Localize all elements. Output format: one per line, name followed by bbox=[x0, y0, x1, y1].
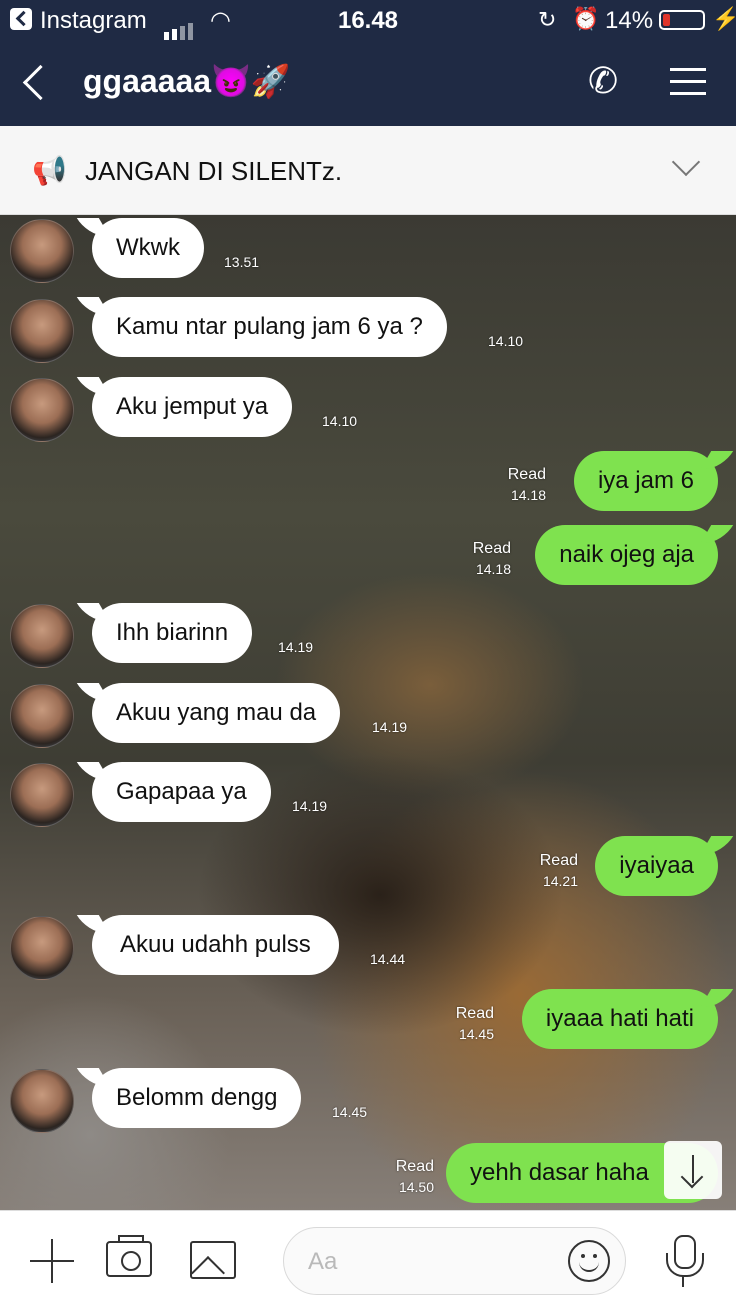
scroll-to-bottom-button[interactable] bbox=[664, 1141, 722, 1199]
read-receipt: Read 14.50 bbox=[396, 1157, 434, 1197]
message-bubble-incoming[interactable]: Aku jemput ya bbox=[92, 377, 293, 437]
emoji-icon[interactable] bbox=[568, 1240, 610, 1282]
camera-icon[interactable] bbox=[106, 1235, 152, 1277]
chevron-down-icon[interactable] bbox=[671, 147, 701, 177]
message-time: 14.21 bbox=[542, 873, 578, 889]
announcement-text: JANGAN DI SILENTz. bbox=[85, 156, 343, 186]
announcement-bar[interactable]: 📢 JANGAN DI SILENTz. bbox=[0, 126, 736, 215]
message-bubble-incoming[interactable]: Akuu udahh pulss bbox=[92, 915, 339, 975]
message-bubble-outgoing[interactable]: iya jam 6 bbox=[573, 451, 718, 511]
message-bubble-incoming[interactable]: Gapapaa ya bbox=[92, 762, 271, 822]
message-composer bbox=[0, 1210, 736, 1309]
status-bar: Instagram ◠ 16.48 ↻ ⏰ 14% ⚡ bbox=[0, 0, 736, 40]
alarm-icon: ⏰ bbox=[572, 6, 600, 31]
message-time: 14.45 bbox=[332, 1104, 368, 1120]
message-bubble-outgoing[interactable]: iyaiyaa bbox=[595, 836, 718, 896]
message-bubble-incoming[interactable]: Ihh biarinn bbox=[92, 603, 253, 663]
rotation-lock-icon: ↻ bbox=[538, 7, 557, 32]
megaphone-icon: 📢 bbox=[32, 155, 67, 186]
read-status: Read bbox=[395, 1158, 434, 1175]
chat-messages[interactable]: Wkwk 13.51 Kamu ntar pulang jam 6 ya ? 1… bbox=[0, 215, 736, 1210]
contact-avatar[interactable] bbox=[10, 604, 74, 668]
message-time: 13.51 bbox=[224, 254, 260, 270]
hamburger-menu-icon[interactable] bbox=[670, 68, 706, 96]
message-bubble-incoming[interactable]: Belomm dengg bbox=[92, 1068, 302, 1128]
chat-title: ggaaaaa😈🚀 bbox=[83, 63, 291, 99]
contact-avatar[interactable] bbox=[10, 916, 74, 980]
microphone-stem bbox=[682, 1275, 684, 1287]
message-time: 14.10 bbox=[322, 413, 358, 429]
contact-avatar[interactable] bbox=[10, 1069, 74, 1133]
read-receipt: Read 14.18 bbox=[508, 465, 546, 505]
message-time: 14.19 bbox=[372, 719, 408, 735]
chevron-left-icon[interactable] bbox=[22, 64, 52, 104]
contact-avatar[interactable] bbox=[10, 684, 74, 748]
message-time: 14.10 bbox=[488, 333, 524, 349]
message-bubble-incoming[interactable]: Wkwk bbox=[92, 218, 204, 278]
read-status: Read bbox=[539, 852, 578, 869]
message-time: 14.45 bbox=[458, 1026, 494, 1042]
message-time: 14.44 bbox=[370, 951, 406, 967]
contact-avatar[interactable] bbox=[10, 378, 74, 442]
contact-avatar[interactable] bbox=[10, 763, 74, 827]
contact-avatar[interactable] bbox=[10, 219, 74, 283]
read-receipt: Read 14.21 bbox=[540, 851, 578, 891]
message-time: 14.18 bbox=[510, 487, 546, 503]
message-time: 14.50 bbox=[398, 1179, 434, 1195]
message-time: 14.19 bbox=[292, 798, 328, 814]
chat-header: ggaaaaa😈🚀 ✆ bbox=[0, 40, 736, 126]
message-input-container[interactable] bbox=[283, 1227, 626, 1295]
plus-icon[interactable] bbox=[30, 1239, 74, 1283]
image-icon[interactable] bbox=[190, 1241, 236, 1279]
message-bubble-outgoing[interactable]: naik ojeg aja bbox=[535, 525, 718, 585]
message-bubble-incoming[interactable]: Akuu yang mau da bbox=[92, 683, 341, 743]
phone-icon[interactable]: ✆ bbox=[588, 60, 618, 102]
message-time: 14.18 bbox=[475, 561, 511, 577]
read-status: Read bbox=[472, 540, 511, 557]
message-input[interactable] bbox=[308, 1244, 548, 1280]
read-receipt: Read 14.45 bbox=[456, 1004, 494, 1044]
read-receipt: Read 14.18 bbox=[473, 539, 511, 579]
message-time: 14.19 bbox=[278, 639, 314, 655]
battery-percent: 14% bbox=[605, 7, 654, 34]
read-status: Read bbox=[507, 466, 546, 483]
charging-icon: ⚡ bbox=[712, 6, 736, 31]
read-status: Read bbox=[455, 1005, 494, 1022]
message-bubble-incoming[interactable]: Kamu ntar pulang jam 6 ya ? bbox=[92, 297, 447, 357]
contact-avatar[interactable] bbox=[10, 299, 74, 363]
message-bubble-outgoing[interactable]: iyaaa hati hati bbox=[521, 989, 718, 1049]
battery-icon bbox=[659, 10, 705, 30]
